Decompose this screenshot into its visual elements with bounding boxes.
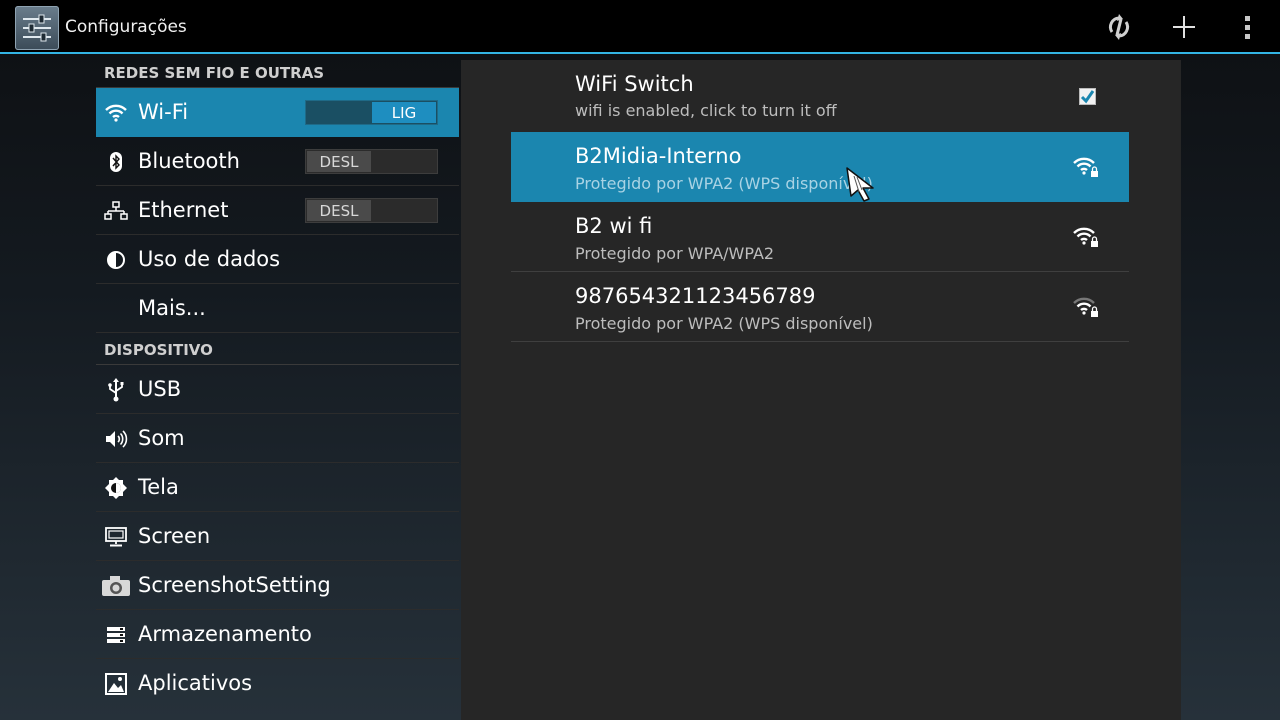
wps-icon	[1108, 14, 1130, 40]
sidebar-item-label: USB	[138, 377, 182, 401]
sidebar-item-apps[interactable]: Aplicativos	[96, 659, 459, 708]
sidebar-item-usb[interactable]: USB	[96, 365, 459, 414]
wifi-signal-lock-icon	[1073, 227, 1098, 247]
wifi-signal-lock-icon	[1073, 157, 1098, 177]
section-header-wireless: REDES SEM FIO E OUTRAS	[96, 56, 459, 88]
camera-icon	[101, 574, 131, 598]
app-title: Configurações	[65, 17, 187, 37]
sidebar-item-label: Uso de dados	[138, 247, 281, 271]
add-network-button[interactable]	[1169, 12, 1199, 42]
wifi-toggle-state: LIG	[372, 102, 436, 123]
sidebar-item-label: Wi-Fi	[138, 100, 189, 124]
sidebar-item-label: Som	[138, 426, 185, 450]
sidebar-item-label: ScreenshotSetting	[138, 573, 331, 597]
sidebar-item-screenshot[interactable]: ScreenshotSetting	[96, 561, 459, 610]
settings-sidebar: REDES SEM FIO E OUTRAS Wi-Fi LIG Bluetoo…	[96, 56, 459, 708]
action-bar: Configurações	[0, 0, 1280, 54]
sidebar-item-label: Ethernet	[138, 198, 229, 222]
wifi-signal-weak-lock-icon	[1073, 297, 1098, 317]
usb-icon	[104, 378, 128, 402]
network-name: B2 wi fi	[575, 214, 653, 238]
sidebar-item-label: Screen	[138, 524, 211, 548]
section-header-device: DISPOSITIVO	[96, 333, 459, 365]
network-name: B2Midia-Interno	[575, 144, 742, 168]
sidebar-item-screen[interactable]: Screen	[96, 512, 459, 561]
wifi-switch-checkbox[interactable]	[1079, 88, 1096, 105]
wifi-switch-row[interactable]: WiFi Switch wifi is enabled, click to tu…	[575, 72, 837, 120]
data-usage-icon	[104, 248, 128, 272]
network-list: B2Midia-Interno Protegido por WPA2 (WPS …	[511, 132, 1129, 342]
sidebar-item-display[interactable]: Tela	[96, 463, 459, 512]
sidebar-item-bluetooth[interactable]: Bluetooth DESL	[96, 137, 459, 186]
wifi-toggle[interactable]: LIG	[305, 100, 438, 125]
brightness-icon	[104, 476, 128, 500]
settings-icon[interactable]	[15, 6, 59, 50]
checkmark-icon	[1080, 90, 1095, 104]
overflow-menu-button[interactable]	[1233, 12, 1263, 42]
sidebar-item-label: Bluetooth	[138, 149, 240, 173]
sound-icon	[104, 427, 128, 451]
sidebar-item-label: Armazenamento	[138, 622, 312, 646]
network-name: 987654321123456789	[575, 284, 816, 308]
wifi-switch-title: WiFi Switch	[575, 72, 694, 96]
bluetooth-icon	[104, 150, 128, 174]
sidebar-item-more[interactable]: Mais...	[96, 284, 459, 333]
sidebar-item-sound[interactable]: Som	[96, 414, 459, 463]
sidebar-item-data-usage[interactable]: Uso de dados	[96, 235, 459, 284]
network-item[interactable]: B2Midia-Interno Protegido por WPA2 (WPS …	[511, 132, 1129, 202]
overflow-menu-icon	[1245, 16, 1250, 39]
network-item[interactable]: B2 wi fi Protegido por WPA/WPA2	[511, 202, 1129, 272]
sidebar-item-wifi[interactable]: Wi-Fi LIG	[96, 88, 459, 137]
monitor-icon	[104, 525, 128, 549]
wifi-panel: WiFi Switch wifi is enabled, click to tu…	[461, 60, 1181, 720]
network-item[interactable]: 987654321123456789 Protegido por WPA2 (W…	[511, 272, 1129, 342]
network-security: Protegido por WPA2 (WPS disponível)	[575, 314, 873, 333]
wifi-switch-subtitle: wifi is enabled, click to turn it off	[575, 101, 837, 120]
ethernet-icon	[104, 199, 128, 223]
sidebar-item-ethernet[interactable]: Ethernet DESL	[96, 186, 459, 235]
mouse-cursor-icon	[846, 167, 874, 202]
wifi-icon	[104, 101, 128, 125]
bluetooth-toggle[interactable]: DESL	[305, 149, 438, 174]
sidebar-item-label: Mais...	[138, 296, 206, 320]
sidebar-item-label: Tela	[138, 475, 179, 499]
add-icon	[1173, 16, 1195, 38]
apps-icon	[104, 672, 128, 696]
storage-icon	[104, 623, 128, 647]
network-security: Protegido por WPA/WPA2	[575, 244, 775, 263]
ethernet-toggle-state: DESL	[307, 200, 371, 221]
wps-button[interactable]	[1104, 12, 1134, 42]
ethernet-toggle[interactable]: DESL	[305, 198, 438, 223]
sidebar-item-label: Aplicativos	[138, 671, 253, 695]
network-security: Protegido por WPA2 (WPS disponível)	[575, 174, 873, 193]
sidebar-item-storage[interactable]: Armazenamento	[96, 610, 459, 659]
bluetooth-toggle-state: DESL	[307, 151, 371, 172]
